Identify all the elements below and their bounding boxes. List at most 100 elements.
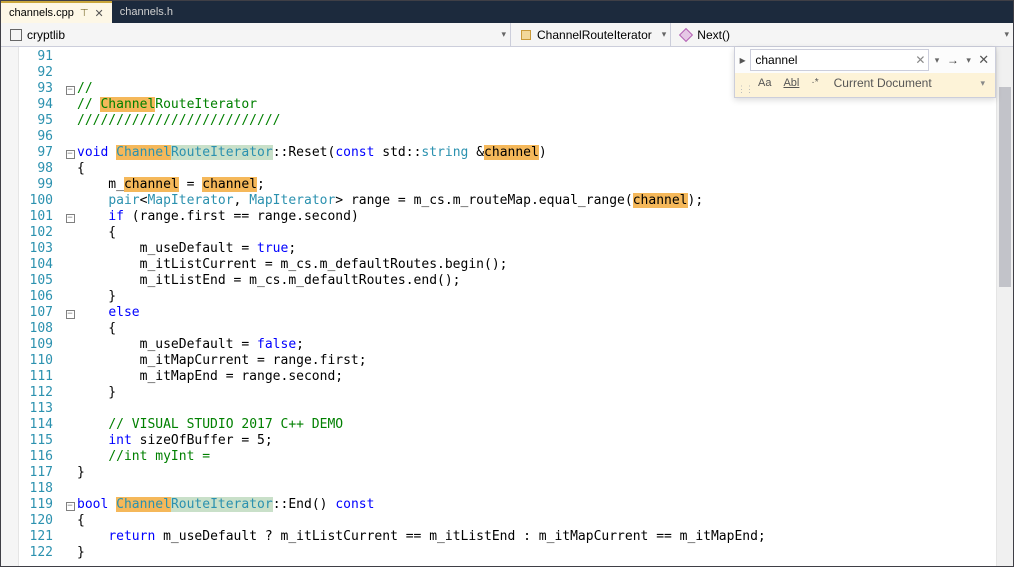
find-panel: ▸ ✕ ▾ → ▾ ✕ ⋮⋮ Aa Abl ·* Current Documen…	[734, 47, 996, 98]
code-line[interactable]: return m_useDefault ? m_itListCurrent ==…	[77, 529, 996, 545]
code-line[interactable]: }	[77, 289, 996, 305]
fold-gutter: − − − − −	[63, 47, 77, 566]
code-line[interactable]	[77, 401, 996, 417]
line-number: 102	[19, 225, 53, 241]
line-number: 116	[19, 449, 53, 465]
code-line[interactable]: {	[77, 161, 996, 177]
expand-find-replace-icon[interactable]: ▸	[737, 49, 748, 71]
match-case-toggle[interactable]: Aa	[755, 76, 774, 90]
code-line[interactable]: m_itMapEnd = range.second;	[77, 369, 996, 385]
nav-member-dropdown[interactable]: Next() ▾	[671, 23, 1013, 46]
code-line[interactable]: m_useDefault = false;	[77, 337, 996, 353]
fold-toggle-icon[interactable]: −	[66, 150, 75, 159]
pin-icon[interactable]: ⊤	[80, 8, 89, 19]
code-line[interactable]: //////////////////////////	[77, 113, 996, 129]
code-line[interactable]: void ChannelRouteIterator::Reset(const s…	[77, 145, 996, 161]
line-number: 120	[19, 513, 53, 529]
match-whole-word-toggle[interactable]: Abl	[780, 76, 802, 90]
line-number: 100	[19, 193, 53, 209]
line-number: 101	[19, 209, 53, 225]
breakpoint-margin[interactable]	[1, 47, 19, 566]
code-line[interactable]: }	[77, 545, 996, 561]
code-line[interactable]: {	[77, 321, 996, 337]
use-regex-toggle[interactable]: ·*	[808, 76, 821, 89]
find-input[interactable]	[750, 49, 929, 71]
code-line[interactable]: m_itListEnd = m_cs.m_defaultRoutes.end()…	[77, 273, 996, 289]
code-line[interactable]: //int myInt =	[77, 449, 996, 465]
find-mode-dropdown[interactable]: ▾	[963, 49, 974, 71]
nav-project-dropdown[interactable]: cryptlib ▾	[1, 23, 511, 46]
line-number: 121	[19, 529, 53, 545]
code-line[interactable]: if (range.first == range.second)	[77, 209, 996, 225]
clear-icon[interactable]: ✕	[915, 53, 925, 67]
line-number: 109	[19, 337, 53, 353]
find-scope-dropdown[interactable]: Current Document ▾	[830, 76, 989, 90]
find-history-dropdown[interactable]: ▾	[931, 49, 942, 71]
line-number: 106	[19, 289, 53, 305]
find-scope-label: Current Document	[834, 76, 932, 90]
code-line[interactable]: // VISUAL STUDIO 2017 C++ DEMO	[77, 417, 996, 433]
line-number: 93	[19, 81, 53, 97]
close-icon[interactable]: ✕	[95, 7, 104, 20]
line-number: 114	[19, 417, 53, 433]
code-line[interactable]: else	[77, 305, 996, 321]
find-next-button[interactable]: →	[945, 49, 961, 71]
tab-bar: channels.cpp ⊤ ✕ channels.h	[1, 1, 1013, 23]
code-line[interactable]: m_useDefault = true;	[77, 241, 996, 257]
line-number: 98	[19, 161, 53, 177]
code-line[interactable]	[77, 129, 996, 145]
line-number: 115	[19, 433, 53, 449]
line-number: 118	[19, 481, 53, 497]
close-find-button[interactable]: ✕	[976, 49, 991, 71]
line-number: 96	[19, 129, 53, 145]
code-line[interactable]: int sizeOfBuffer = 5;	[77, 433, 996, 449]
fold-toggle-icon[interactable]: −	[66, 214, 75, 223]
line-number: 119	[19, 497, 53, 513]
code-area[interactable]: //// ChannelRouteIterator///////////////…	[77, 47, 996, 566]
fold-toggle-icon[interactable]: −	[66, 502, 75, 511]
line-number: 99	[19, 177, 53, 193]
code-line[interactable]: {	[77, 225, 996, 241]
line-number: 117	[19, 465, 53, 481]
code-line[interactable]: // ChannelRouteIterator	[77, 97, 996, 113]
tab-label: channels.h	[120, 6, 173, 18]
line-number: 107	[19, 305, 53, 321]
code-line[interactable]	[77, 481, 996, 497]
tab-label: channels.cpp	[9, 7, 74, 19]
chevron-down-icon: ▾	[662, 29, 667, 40]
line-number: 104	[19, 257, 53, 273]
line-number: 113	[19, 401, 53, 417]
editor: 9192939495969798991001011021031041051061…	[1, 47, 1013, 566]
code-line[interactable]: m_channel = channel;	[77, 177, 996, 193]
code-line[interactable]: bool ChannelRouteIterator::End() const	[77, 497, 996, 513]
line-number: 94	[19, 97, 53, 113]
nav-project-label: cryptlib	[27, 28, 65, 42]
code-line[interactable]: }	[77, 465, 996, 481]
class-icon	[519, 28, 533, 42]
nav-class-label: ChannelRouteIterator	[537, 28, 652, 42]
fold-toggle-icon[interactable]: −	[66, 86, 75, 95]
code-line[interactable]: m_itMapCurrent = range.first;	[77, 353, 996, 369]
code-line[interactable]: }	[77, 385, 996, 401]
code-line[interactable]: m_itListCurrent = m_cs.m_defaultRoutes.b…	[77, 257, 996, 273]
line-number: 91	[19, 49, 53, 65]
line-number: 92	[19, 65, 53, 81]
navigation-bar: cryptlib ▾ ChannelRouteIterator ▾ Next()…	[1, 23, 1013, 47]
scrollbar-thumb[interactable]	[999, 87, 1011, 287]
line-number: 111	[19, 369, 53, 385]
project-icon	[9, 28, 23, 42]
line-number: 122	[19, 545, 53, 561]
code-line[interactable]: pair<MapIterator, MapIterator> range = m…	[77, 193, 996, 209]
resize-handle-icon[interactable]: ⋮⋮	[737, 84, 753, 95]
line-number: 103	[19, 241, 53, 257]
code-line[interactable]: {	[77, 513, 996, 529]
fold-toggle-icon[interactable]: −	[66, 310, 75, 319]
tab-channels-h[interactable]: channels.h	[112, 1, 181, 23]
line-number-gutter: 9192939495969798991001011021031041051061…	[19, 47, 63, 566]
chevron-down-icon: ▾	[501, 29, 506, 40]
nav-class-dropdown[interactable]: ChannelRouteIterator ▾	[511, 23, 671, 46]
vertical-scrollbar[interactable]	[996, 47, 1013, 566]
chevron-down-icon: ▾	[1004, 29, 1009, 40]
member-icon	[679, 28, 693, 42]
tab-channels-cpp[interactable]: channels.cpp ⊤ ✕	[1, 1, 112, 23]
